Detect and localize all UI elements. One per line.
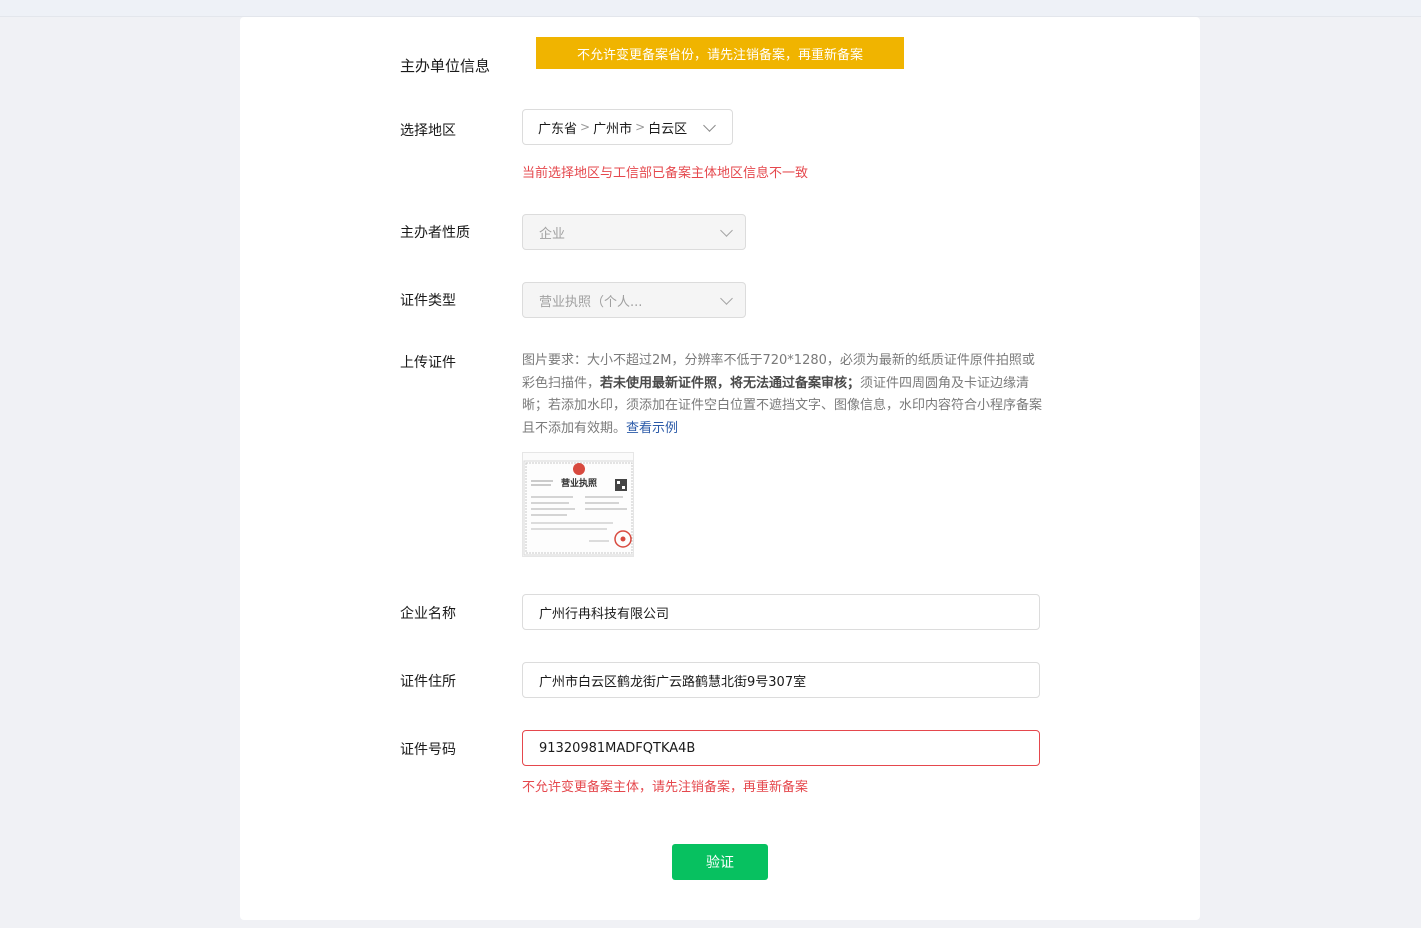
company-name-input[interactable]: 广州行冉科技有限公司 [522,594,1040,630]
section-title: 主办单位信息 [400,57,491,75]
region-city: 广州市 [593,121,633,137]
cert-address-value: 广州市白云区鹤龙街广云路鹤慧北街9号307室 [539,674,807,690]
chevron-down-icon [720,224,733,237]
company-name-label: 企业名称 [400,606,456,622]
cert-address-input[interactable]: 广州市白云区鹤龙街广云路鹤慧北街9号307室 [522,662,1040,698]
license-thumbnail[interactable]: 营业执照 [522,452,634,557]
cert-address-label: 证件住所 [400,674,456,690]
nature-value: 企业 [539,226,566,242]
region-label: 选择地区 [400,123,456,139]
cert-number-value: 91320981MADFQTKA4B [539,740,696,756]
nature-select[interactable]: 企业 [522,214,746,250]
company-name-value: 广州行冉科技有限公司 [539,606,670,622]
thumb-title: 营业执照 [561,477,597,489]
upload-requirements: 图片要求：大小不超过2M，分辨率不低于720*1280，必须为最新的纸质证件原件… [522,350,1042,440]
chevron-down-icon [703,119,716,132]
cert-number-input[interactable]: 91320981MADFQTKA4B [522,730,1040,766]
upload-desc-bold: 若未使用最新证件照，将无法通过备案审核； [600,375,861,391]
view-example-link[interactable]: 查看示例 [626,421,678,436]
verify-button[interactable]: 验证 [672,844,768,880]
cert-number-error: 不允许变更备案主体，请先注销备案，再重新备案 [522,780,809,795]
region-cascader[interactable]: 广东省 > 广州市 > 白云区 [522,109,733,145]
cert-type-label: 证件类型 [400,293,456,309]
qr-code-icon [615,479,627,491]
emblem-icon [573,463,585,475]
warning-banner: 不允许变更备案省份，请先注销备案，再重新备案 [536,37,904,69]
region-province: 广东省 [538,121,578,137]
cert-number-label: 证件号码 [400,742,456,758]
chevron-right-icon: > [580,120,591,134]
cert-type-value: 营业执照（个人... [539,294,643,310]
chevron-right-icon: > [635,120,646,134]
region-district: 白云区 [648,121,688,137]
cert-type-select[interactable]: 营业执照（个人... [522,282,746,318]
nature-label: 主办者性质 [400,225,470,241]
license-image: 营业执照 [523,460,633,556]
browser-top-strip [0,0,1421,17]
upload-label: 上传证件 [400,355,456,371]
chevron-down-icon [720,292,733,305]
region-error: 当前选择地区与工信部已备案主体地区信息不一致 [522,166,809,181]
